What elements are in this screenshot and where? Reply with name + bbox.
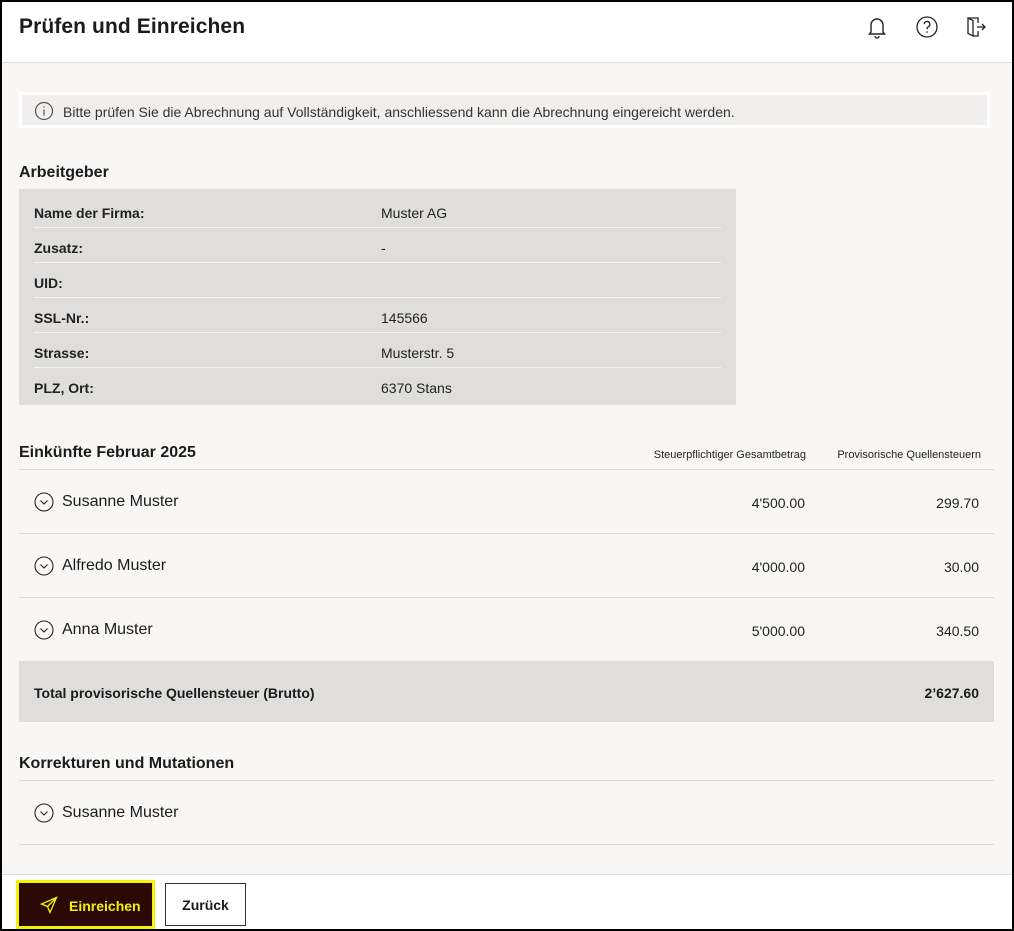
expand-chevron-icon[interactable] (34, 620, 54, 640)
back-button-label: Zurück (182, 897, 229, 913)
tax-amount: 340.50 (936, 623, 979, 639)
bell-icon[interactable] (865, 15, 889, 39)
income-row: Anna Muster 5'000.00 340.50 (19, 597, 994, 661)
gross-amount: 4'000.00 (751, 559, 805, 575)
employer-row: Strasse: Musterstr. 5 (34, 332, 721, 368)
employer-label: PLZ, Ort: (34, 380, 94, 396)
employee-name: Anna Muster (62, 621, 153, 638)
gross-amount: 5'000.00 (751, 623, 805, 639)
info-banner: Bitte prüfen Sie die Abrechnung auf Voll… (19, 92, 990, 128)
income-title: Einkünfte Februar 2025 (19, 444, 196, 461)
employer-value: Musterstr. 5 (381, 345, 455, 361)
employer-row: Name der Firma: Muster AG (34, 192, 721, 228)
back-button[interactable]: Zurück (165, 883, 246, 926)
employer-value: 145566 (381, 310, 428, 326)
employer-row: Zusatz: - (34, 227, 721, 263)
employer-title: Arbeitgeber (19, 164, 109, 181)
total-row: Total provisorische Quellensteuer (Brutt… (19, 661, 994, 722)
info-text: Bitte prüfen Sie die Abrechnung auf Voll… (63, 104, 735, 120)
employer-label: Strasse: (34, 345, 90, 361)
footer-bar: Einreichen Zurück (2, 874, 1012, 929)
page-header: Prüfen und Einreichen (2, 2, 1012, 63)
tax-amount: 30.00 (943, 559, 979, 575)
employer-row: SSL-Nr.: 145566 (34, 297, 721, 333)
total-label: Total provisorische Quellensteuer (Brutt… (34, 685, 315, 701)
total-value: 2’627.60 (924, 685, 980, 701)
correction-row: Susanne Muster (19, 780, 994, 845)
employer-value: 6370 Stans (381, 380, 452, 396)
corrections-title: Korrekturen und Mutationen (19, 755, 235, 772)
income-row: Alfredo Muster 4'000.00 30.00 (19, 533, 994, 597)
employee-name: Susanne Muster (62, 493, 179, 510)
employer-label: SSL-Nr.: (34, 310, 90, 326)
page-title: Prüfen und Einreichen (19, 15, 246, 38)
column-header-gross: Steuerpflichtiger Gesamtbetrag (653, 449, 806, 461)
employee-name: Alfredo Muster (62, 557, 167, 574)
column-header-tax: Provisorische Quellensteuern (837, 449, 981, 461)
employer-label: Name der Firma: (34, 205, 145, 221)
employee-name: Susanne Muster (62, 804, 179, 821)
submit-button[interactable]: Einreichen (16, 880, 155, 929)
tax-amount: 299.70 (936, 495, 979, 511)
submit-button-label: Einreichen (69, 898, 141, 914)
employer-label: UID: (34, 275, 63, 291)
employer-row: PLZ, Ort: 6370 Stans (34, 367, 721, 402)
gross-amount: 4'500.00 (751, 495, 805, 511)
employer-value: - (381, 240, 386, 256)
income-row: Susanne Muster 4'500.00 299.70 (19, 469, 994, 533)
employer-value: Muster AG (381, 205, 448, 221)
help-icon[interactable] (915, 15, 939, 39)
expand-chevron-icon[interactable] (34, 803, 54, 823)
employer-row: UID: (34, 262, 721, 298)
logout-icon[interactable] (964, 15, 988, 39)
expand-chevron-icon[interactable] (34, 492, 54, 512)
expand-chevron-icon[interactable] (34, 556, 54, 576)
employer-label: Zusatz: (34, 240, 83, 256)
info-icon (34, 101, 54, 121)
send-icon (39, 896, 58, 915)
employer-table: Name der Firma: Muster AG Zusatz: - UID:… (19, 189, 736, 405)
app-window: Prüfen und Einreichen Bitte prüfen Sie d… (0, 0, 1014, 931)
